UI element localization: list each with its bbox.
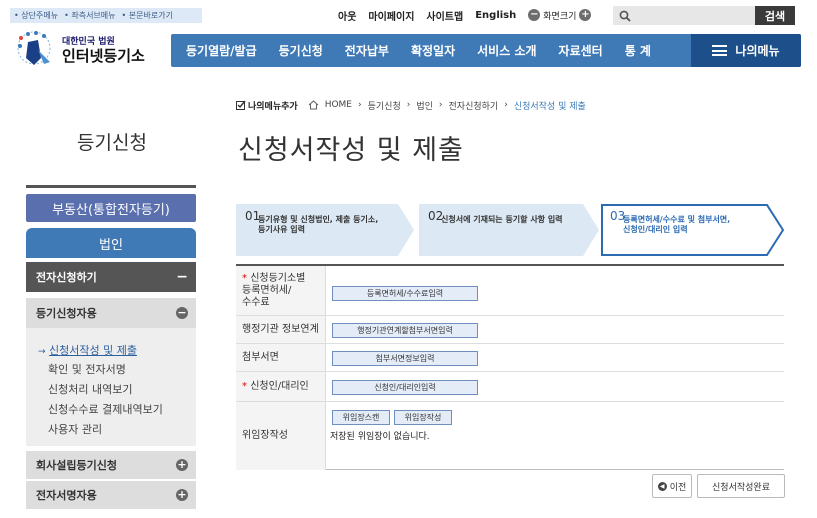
form-row-applicant: * 신청인/대리인 신청인/대리인입력 <box>236 372 784 402</box>
step-2-text: 신청서에 기재되는 등기할 사항 입력 <box>441 215 563 224</box>
plus-circle-icon: + <box>176 458 188 471</box>
sidebar-corp-tab[interactable]: 법인 <box>26 228 196 258</box>
form-row-proxy: 위임장작성 위임장스캔 위임장작성 저장된 위임장이 없습니다. <box>236 402 784 470</box>
applicant-agent-button[interactable]: 신청인/대리인입력 <box>332 380 478 395</box>
gnb-item-payment[interactable]: 전자납부 <box>334 42 400 59</box>
add-favorite-label: 나의메뉴추가 <box>248 101 298 112</box>
sidebar-item-label: 신청서작성 및 제출 <box>49 344 137 357</box>
logo-text-site: 인터넷등기소 <box>62 47 145 65</box>
skip-link-topmenu[interactable]: • 상단주메뉴 <box>14 10 58 21</box>
breadcrumb-current: 신청서작성 및 제출 <box>513 101 586 112</box>
prev-button-label: 이전 <box>669 482 687 493</box>
search-icon <box>619 10 631 22</box>
skip-link-content[interactable]: • 본문바로가기 <box>122 10 173 21</box>
zoom-in-icon[interactable]: + <box>579 9 592 21</box>
zoom-label: 화면크기 <box>543 11 577 22</box>
form-label-proxy: 위임장작성 <box>236 402 326 470</box>
gnb-item-apply[interactable]: 등기신청 <box>268 42 334 59</box>
prev-button[interactable]: ◀ 이전 <box>652 474 692 498</box>
step-3-active: 03 등록면허세/수수료 및 첨부서면, 신청인/대리인 입력 <box>601 204 785 256</box>
proxy-write-button[interactable]: 위임장작성 <box>394 410 452 425</box>
logout-link[interactable]: 아웃 <box>338 8 356 23</box>
breadcrumb: 나의메뉴추가 HOME › 등기신청 › 법인 › 전자신청하기 › 신청서작성 및 제… <box>236 98 586 112</box>
complete-button[interactable]: 신청서작성완료 <box>697 474 785 498</box>
gnb-item-statistics[interactable]: 통 계 <box>614 42 662 59</box>
sidebar-realestate-button[interactable]: 부동산(통합전자등기) <box>26 194 196 222</box>
form-row-fee: * 신청등기소별 등록면허세/ 수수료 등록면허세/수수료입력 <box>236 266 784 316</box>
court-emblem-icon <box>17 31 51 65</box>
my-menu-label: 나의메뉴 <box>735 44 780 58</box>
form-row-attachment: 첨부서면 첨부서면정보입력 <box>236 344 784 372</box>
sidebar-section-applicant-label: 등기신청자용 <box>36 307 97 320</box>
current-marker-icon: → <box>38 347 46 357</box>
gnb-item-resource-center[interactable]: 자료센터 <box>548 42 614 59</box>
sidebar-section-signer-label: 전자서명자용 <box>36 489 97 502</box>
gnb-item-service-intro[interactable]: 서비스 소개 <box>466 42 547 59</box>
proxy-scan-button[interactable]: 위임장스캔 <box>332 410 390 425</box>
sitemap-link[interactable]: 사이트맵 <box>426 8 463 23</box>
form-label-attachment: 첨부서면 <box>236 344 326 371</box>
sidebar-item-fee-history[interactable]: 신청수수료 결제내역보기 <box>48 401 163 417</box>
sidebar-section-esign-label: 전자신청하기 <box>36 271 97 284</box>
minus-circle-icon: − <box>176 306 188 319</box>
mypage-link[interactable]: 마이페이지 <box>368 8 414 23</box>
sidebar-section-applicant[interactable]: 등기신청자용 − <box>26 298 196 328</box>
zoom-out-icon[interactable]: − <box>528 9 541 21</box>
proxy-status-text: 저장된 위임장이 없습니다. <box>330 432 430 442</box>
skip-link-submenu[interactable]: • 좌측서브메뉴 <box>64 10 115 21</box>
sidebar-title: 등기신청 <box>77 132 147 154</box>
step-2-arrow-shape <box>419 204 599 256</box>
site-logo[interactable]: 대한민국 법원 인터넷등기소 <box>14 28 154 68</box>
sidebar-section-company[interactable]: 회사설립등기신청 + <box>26 451 196 479</box>
attachment-info-button[interactable]: 첨부서면정보입력 <box>332 351 478 366</box>
sidebar-section-signer[interactable]: 전자서명자용 + <box>26 481 196 509</box>
hamburger-icon <box>712 45 728 56</box>
sidebar-section-esign[interactable]: 전자신청하기 − <box>26 262 196 292</box>
main-navigation: 등기열람/발급 등기신청 전자납부 확정일자 서비스 소개 자료센터 통 계 나… <box>171 34 801 67</box>
sidebar-item-user-mgmt[interactable]: 사용자 관리 <box>48 421 102 437</box>
search-input[interactable] <box>613 6 755 25</box>
search-button[interactable]: 검색 <box>755 6 795 25</box>
step-1: 01 등기유형 및 신청법인, 제출 등기소, 등기사유 입력 <box>236 204 416 256</box>
form-label-applicant: * 신청인/대리인 <box>236 372 326 401</box>
step-2: 02 신청서에 기재되는 등기할 사항 입력 <box>419 204 601 256</box>
zoom-control: − 화면크기 + <box>528 9 592 22</box>
gnb-item-view-issue[interactable]: 등기열람/발급 <box>175 42 268 59</box>
breadcrumb-corp[interactable]: 법인 <box>416 99 433 112</box>
prev-arrow-icon: ◀ <box>657 481 667 491</box>
my-menu-button[interactable]: 나의메뉴 <box>691 34 801 67</box>
plus-circle-icon: + <box>176 488 188 501</box>
form-row-admin-link: 행정기관 정보연계 행정기관연계할첨부서면입력 <box>236 316 784 344</box>
sidebar-divider <box>26 185 196 188</box>
search-bar: 검색 <box>613 6 795 25</box>
application-form-table: * 신청등기소별 등록면허세/ 수수료 등록면허세/수수료입력 행정기관 정보연… <box>236 264 784 470</box>
utility-links: 아웃 마이페이지 사이트맵 English − 화면크기 + <box>338 6 592 24</box>
breadcrumb-apply[interactable]: 등기신청 <box>368 99 401 112</box>
step-1-text: 등기유형 및 신청법인, 제출 등기소, 등기사유 입력 <box>258 215 379 234</box>
english-link[interactable]: English <box>475 10 516 21</box>
sidebar-item-write-submit[interactable]: → 신청서작성 및 제출 <box>38 342 137 358</box>
skip-links: • 상단주메뉴 • 좌측서브메뉴 • 본문바로가기 <box>10 8 202 23</box>
fee-input-button[interactable]: 등록면허세/수수료입력 <box>332 286 478 301</box>
step-3-text: 등록면허세/수수료 및 첨부서면, 신청인/대리인 입력 <box>623 215 731 234</box>
add-favorite-button[interactable]: 나의메뉴추가 <box>236 99 298 112</box>
breadcrumb-esign[interactable]: 전자신청하기 <box>449 99 499 112</box>
admin-link-attachment-button[interactable]: 행정기관연계할첨부서면입력 <box>332 323 478 338</box>
sidebar-section-company-label: 회사설립등기신청 <box>36 459 117 472</box>
home-icon <box>308 100 319 110</box>
sidebar-item-history[interactable]: 신청처리 내역보기 <box>48 381 132 397</box>
checkbox-icon <box>236 100 246 110</box>
form-label-fee: * 신청등기소별 등록면허세/ 수수료 <box>236 266 326 315</box>
page-title: 신청서작성 및 제출 <box>238 135 464 166</box>
breadcrumb-home[interactable]: HOME <box>325 100 352 110</box>
sidebar-submenu: → 신청서작성 및 제출 확인 및 전자서명 신청처리 내역보기 신청수수료 결… <box>26 328 196 446</box>
gnb-item-fixed-date[interactable]: 확정일자 <box>400 42 466 59</box>
collapse-icon: − <box>176 269 188 285</box>
sidebar-item-confirm-sign[interactable]: 확인 및 전자서명 <box>48 361 126 377</box>
form-label-admin-link: 행정기관 정보연계 <box>236 316 326 343</box>
